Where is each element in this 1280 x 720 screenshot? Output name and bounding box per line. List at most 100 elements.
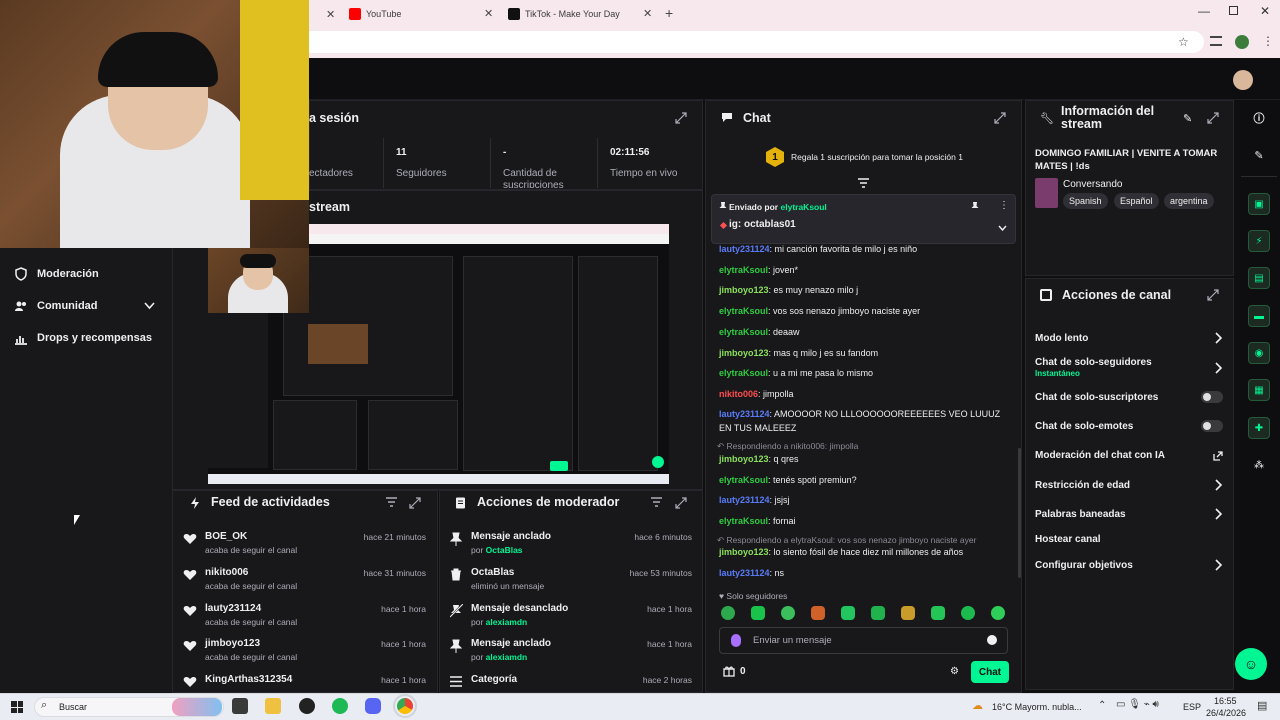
chevron-right-icon[interactable]: [1213, 362, 1223, 374]
close-tab-icon[interactable]: ✕: [326, 8, 335, 21]
list-item[interactable]: lauty231124 acaba de seguir el canal hac…: [183, 603, 433, 633]
gift-banner-text[interactable]: Regala 1 suscripción para tomar la posic…: [791, 152, 963, 162]
task-view-icon[interactable]: [232, 698, 248, 714]
shapes-icon[interactable]: ⁂: [1248, 454, 1270, 476]
emote-icon[interactable]: [781, 606, 795, 620]
menu-icon[interactable]: ⋮: [1262, 34, 1274, 48]
popout-icon[interactable]: [675, 112, 687, 124]
chat-message[interactable]: jimboyo123: mas q milo j es su fandom: [719, 347, 1009, 361]
chat-message[interactable]: jimboyo123: lo siento fósil de hace diez…: [719, 546, 1009, 560]
popout-icon[interactable]: [409, 497, 421, 509]
chat-message[interactable]: elytraKsoul: fornai: [719, 515, 1009, 529]
mod-action-user[interactable]: alexiamdn: [486, 617, 528, 627]
pinned-by-user[interactable]: elytraKsoul: [781, 202, 827, 212]
edit-pencil-icon[interactable]: ✎: [1248, 144, 1270, 166]
chat-username[interactable]: elytraKsoul: [719, 516, 768, 526]
close-tab-icon[interactable]: ✕: [484, 7, 493, 20]
chat-username[interactable]: elytraKsoul: [719, 265, 768, 275]
chevron-down-icon[interactable]: [144, 300, 155, 311]
popout-icon[interactable]: [1207, 289, 1219, 301]
action-followers-only[interactable]: Chat de solo-seguidores: [1035, 357, 1152, 368]
chat-username[interactable]: elytraKsoul: [719, 327, 768, 337]
chevron-right-icon[interactable]: [1213, 508, 1223, 520]
emote-icon[interactable]: [841, 606, 855, 620]
layout-icon[interactable]: ▦: [1248, 379, 1270, 401]
chat-message[interactable]: elytraKsoul: deaaw: [719, 326, 1009, 340]
mod-action-user[interactable]: OctaBlas: [486, 545, 523, 555]
chrome-icon[interactable]: [393, 694, 417, 718]
broadcast-icon[interactable]: ◉: [1248, 342, 1270, 364]
reply-context[interactable]: ↶ Respondiendo a elytraKsoul: vos sos ne…: [717, 535, 976, 546]
chevron-down-icon[interactable]: [998, 225, 1007, 231]
chat-message[interactable]: lauty231124: mi canción favorita de milo…: [719, 243, 1009, 257]
file-explorer-icon[interactable]: [265, 698, 281, 714]
chat-username[interactable]: elytraKsoul: [719, 475, 768, 485]
chat-message[interactable]: lauty231124: AMOOOOR NO LLLOOOOOOREEEEEE…: [719, 408, 1009, 435]
obs-icon[interactable]: [299, 698, 315, 714]
emote-icon[interactable]: [811, 606, 825, 620]
chat-username[interactable]: lauty231124: [719, 244, 770, 254]
chat-message[interactable]: jimboyo123: es muy nenazo milo j: [719, 284, 1009, 298]
emote-icon[interactable]: [901, 606, 915, 620]
discord-icon[interactable]: [365, 698, 381, 714]
list-item[interactable]: jimboyo123 acaba de seguir el canal hace…: [183, 638, 433, 668]
list-item[interactable]: Mensaje desanclado por alexiamdn hace 1 …: [450, 603, 698, 633]
tag-chip[interactable]: Spanish: [1063, 193, 1108, 209]
chat-scrollbar[interactable]: [1018, 448, 1021, 578]
chat-username[interactable]: jimboyo123: [719, 348, 769, 358]
action-age-restriction[interactable]: Restricción de edad: [1035, 480, 1130, 491]
action-emote-only[interactable]: Chat de solo-emotes: [1035, 421, 1133, 432]
unpin-icon[interactable]: [971, 202, 979, 212]
windows-start-icon[interactable]: [11, 701, 23, 713]
chat-username[interactable]: jimboyo123: [719, 285, 769, 295]
new-tab-icon[interactable]: +: [665, 5, 673, 21]
edit-pencil-icon[interactable]: ✎: [1183, 112, 1192, 125]
notifications-icon[interactable]: ▤: [1257, 699, 1267, 712]
chat-message[interactable]: lauty231124: jsjsj: [719, 494, 1009, 508]
chat-message[interactable]: elytraKsoul: u a mi me pasa lo mismo: [719, 367, 1009, 381]
clock-time[interactable]: 16:55: [1214, 696, 1237, 706]
profile-icon[interactable]: [1235, 35, 1249, 49]
more-options-icon[interactable]: ⋮: [999, 200, 1009, 211]
chat-message[interactable]: elytraKsoul: vos sos nenazo jimboyo naci…: [719, 305, 1009, 319]
nav-item-drops[interactable]: Drops y recompensas: [14, 328, 152, 348]
wrench-icon[interactable]: ✚: [1248, 417, 1270, 439]
popout-icon[interactable]: [994, 112, 1006, 124]
list-item[interactable]: OctaBlas eliminó un mensaje hace 53 minu…: [450, 567, 698, 597]
list-item[interactable]: Mensaje anclado por alexiamdn hace 1 hor…: [450, 638, 698, 668]
address-field[interactable]: [300, 31, 1204, 53]
chat-message[interactable]: lauty231124: ns: [719, 567, 1009, 581]
tray-chevron-icon[interactable]: ⌃: [1098, 700, 1106, 711]
bookmark-star-icon[interactable]: ☆: [1178, 35, 1189, 49]
spotify-icon[interactable]: [332, 698, 348, 714]
emote-icon[interactable]: [751, 606, 765, 620]
list-item[interactable]: nikito006 acaba de seguir el canal hace …: [183, 567, 433, 597]
popout-icon[interactable]: [1207, 112, 1219, 124]
chat-username[interactable]: lauty231124: [719, 568, 770, 578]
chevron-right-icon[interactable]: [1213, 479, 1223, 491]
tag-chip[interactable]: argentina: [1164, 193, 1214, 209]
chevron-right-icon[interactable]: [1213, 332, 1223, 344]
filter-icon[interactable]: [651, 497, 662, 507]
action-banned-words[interactable]: Palabras baneadas: [1035, 509, 1126, 520]
document-icon[interactable]: ▤: [1248, 267, 1270, 289]
list-item[interactable]: KingArthas312354 hace 1 hora: [183, 674, 433, 690]
emote-icon[interactable]: [931, 606, 945, 620]
chat-username[interactable]: elytraKsoul: [719, 306, 768, 316]
media-icon[interactable]: [1210, 36, 1222, 46]
chevron-right-icon[interactable]: [1213, 559, 1223, 571]
chat-username[interactable]: jimboyo123: [719, 547, 769, 557]
subs-only-toggle[interactable]: [1201, 391, 1223, 403]
weather-text[interactable]: 16°C Mayorm. nubla...: [992, 702, 1082, 712]
filter-icon[interactable]: [386, 497, 397, 507]
stream-category[interactable]: Conversando: [1063, 179, 1122, 190]
popout-icon[interactable]: [675, 497, 687, 509]
chat-message[interactable]: nikito006: jimpolla: [719, 388, 1009, 402]
microphone-icon[interactable]: [731, 634, 741, 647]
chat-username[interactable]: lauty231124: [719, 409, 770, 419]
gift-icon[interactable]: [723, 665, 735, 677]
chat-username[interactable]: nikito006: [719, 389, 758, 399]
emote-icon[interactable]: [721, 606, 735, 620]
external-link-icon[interactable]: [1213, 451, 1223, 461]
tray-apps-icon[interactable]: ▭ 🎙︎ ⌁ 🔊︎: [1116, 699, 1159, 710]
